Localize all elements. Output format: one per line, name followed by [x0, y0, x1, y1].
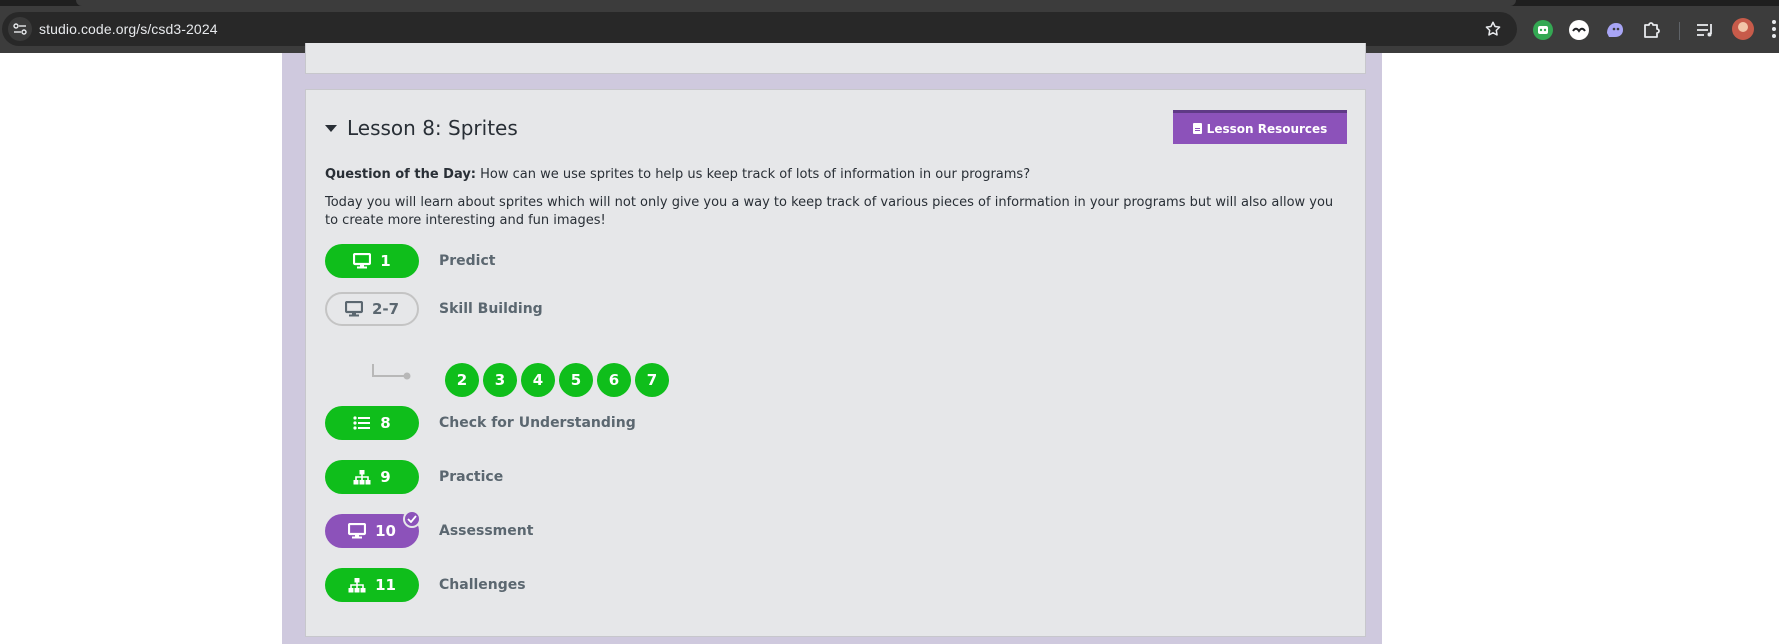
site-info-icon[interactable]: [8, 17, 32, 41]
lesson-description: Today you will learn about sprites which…: [325, 195, 1334, 228]
level-number: 9: [380, 468, 391, 486]
sublevel-bubble[interactable]: 7: [635, 363, 669, 397]
address-bar[interactable]: studio.code.org/s/csd3-2024: [2, 12, 1517, 46]
lesson-title: Lesson 8: Sprites: [347, 116, 518, 140]
level-bubble[interactable]: 2-7: [325, 292, 419, 326]
computer-icon: [348, 523, 367, 539]
level-number: 11: [375, 576, 396, 594]
computer-icon: [344, 301, 363, 317]
level-label[interactable]: Challenges: [439, 577, 526, 593]
extension-ghost-icon[interactable]: [1604, 19, 1626, 41]
sublevel-connector: [372, 364, 411, 380]
toolbar-separator: [1679, 22, 1680, 40]
lesson-resources-button[interactable]: Lesson Resources: [1173, 110, 1347, 144]
browser-menu-icon[interactable]: [1772, 20, 1776, 40]
sublevel-bubble[interactable]: 2: [445, 363, 479, 397]
qod-label: Question of the Day:: [325, 167, 477, 182]
level-number: 10: [375, 522, 396, 540]
sublevel-bubble[interactable]: 3: [483, 363, 517, 397]
hierarchy-icon: [348, 577, 366, 593]
lessons-column: Lesson 8: Sprites Lesson Resources Quest…: [282, 43, 1382, 644]
level-row: 9 Practice: [325, 460, 503, 494]
computer-icon: [353, 253, 372, 269]
collapse-caret-icon[interactable]: [325, 125, 337, 132]
question-of-the-day: Question of the Day: How can we use spri…: [325, 167, 1030, 182]
page-body: Lesson 8: Sprites Lesson Resources Quest…: [0, 43, 1779, 644]
level-label[interactable]: Check for Understanding: [439, 415, 636, 431]
level-bubble[interactable]: 1: [325, 244, 419, 278]
level-number: 8: [380, 414, 391, 432]
level-row: 10 Assessment: [325, 510, 533, 548]
level-row: 2-7 Skill Building: [325, 292, 543, 326]
level-bubble[interactable]: 10: [325, 510, 421, 548]
lesson-resources-label: Lesson Resources: [1206, 121, 1328, 136]
checkmark-icon: [403, 510, 421, 528]
level-bubble[interactable]: 8: [325, 406, 419, 440]
lesson-header[interactable]: Lesson 8: Sprites: [325, 116, 518, 140]
sublevel-bubbles: 2 3 4 5 6 7: [445, 363, 673, 397]
level-label[interactable]: Skill Building: [439, 301, 543, 317]
level-number: 2-7: [371, 300, 400, 318]
extension-mask-icon[interactable]: [1568, 19, 1590, 41]
level-bubble[interactable]: 11: [325, 568, 419, 602]
level-bubble[interactable]: 9: [325, 460, 419, 494]
media-queue-icon[interactable]: [1694, 19, 1716, 41]
lesson-card: Lesson 8: Sprites Lesson Resources Quest…: [305, 89, 1366, 637]
list-icon: [353, 416, 371, 430]
level-label[interactable]: Practice: [439, 469, 503, 485]
level-row: 11 Challenges: [325, 568, 526, 602]
previous-lesson-card: [305, 43, 1366, 74]
hierarchy-icon: [353, 469, 371, 485]
extensions-puzzle-icon[interactable]: [1640, 19, 1662, 41]
level-row: 8 Check for Understanding: [325, 406, 636, 440]
sublevel-bubble[interactable]: 6: [597, 363, 631, 397]
sublevel-bubble[interactable]: 4: [521, 363, 555, 397]
document-icon: [1192, 123, 1202, 134]
sublevel-bubble[interactable]: 5: [559, 363, 593, 397]
qod-text: How can we use sprites to help us keep t…: [476, 167, 1031, 182]
level-number: 1: [380, 252, 391, 270]
profile-avatar[interactable]: [1732, 18, 1754, 40]
level-row: 1 Predict: [325, 244, 495, 278]
level-label[interactable]: Predict: [439, 253, 495, 269]
level-label[interactable]: Assessment: [439, 523, 533, 539]
bookmark-star-icon[interactable]: [1484, 20, 1502, 38]
url-text[interactable]: studio.code.org/s/csd3-2024: [39, 21, 218, 37]
extension-robot-icon[interactable]: [1532, 19, 1554, 41]
